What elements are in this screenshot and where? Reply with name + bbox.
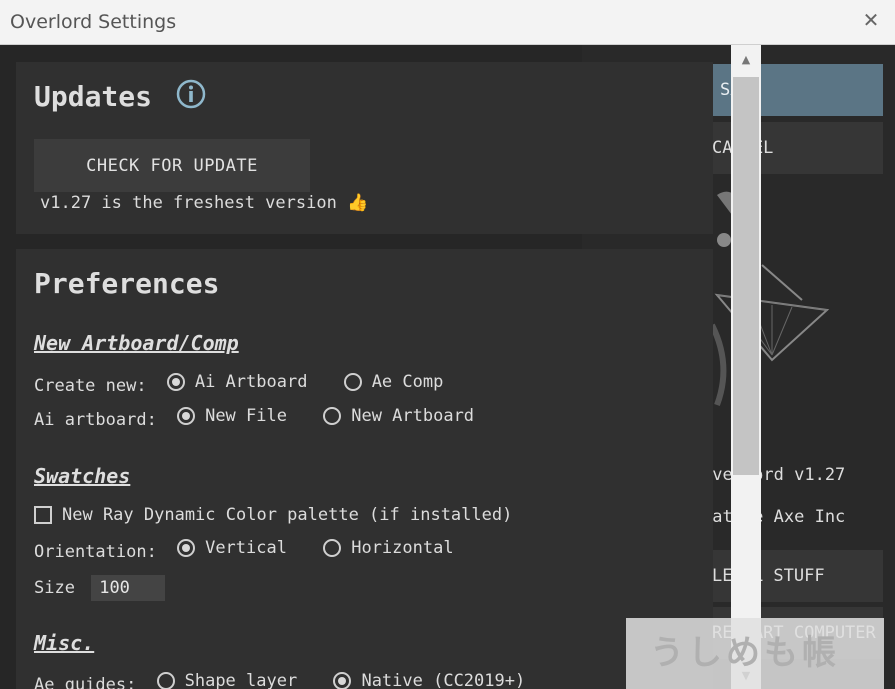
size-label: Size (34, 578, 75, 598)
scroll-up-arrow-icon[interactable]: ▲ (739, 54, 753, 65)
title-bar: Overlord Settings ✕ (0, 0, 895, 45)
watermark: うしめも帳 (626, 618, 884, 689)
radio-label: New Artboard (351, 406, 475, 426)
company-text: Battle Axe Inc (702, 507, 846, 527)
radio-label: Native (CC2019+) (361, 671, 526, 689)
check-for-update-button[interactable]: CHECK FOR UPDATE (34, 139, 310, 192)
orientation-label: Orientation: (34, 542, 157, 562)
radio-label: Shape layer (184, 671, 298, 689)
create-ai-artboard-option[interactable]: Ai Artboard (166, 370, 308, 394)
settings-panel: Updates CHECK FOR UPDATE v1.27 is the fr… (16, 62, 713, 689)
ai-artboard-label: Ai artboard: (34, 410, 157, 430)
info-icon[interactable] (176, 79, 206, 109)
preferences-card: Preferences New Artboard/Comp Create new… (16, 249, 713, 689)
vertical-option[interactable]: Vertical (177, 536, 287, 560)
create-new-label: Create new: (34, 376, 147, 396)
radio-horizontal[interactable] (323, 539, 342, 557)
radio-ai-artboard[interactable] (166, 373, 185, 391)
radio-native[interactable] (333, 672, 352, 689)
checkbox-label: New Ray Dynamic Color palette (if instal… (62, 505, 513, 525)
new-artboard-option[interactable]: New Artboard (323, 404, 474, 428)
radio-label: Ai Artboard (194, 372, 308, 392)
ae-guides-label: Ae guides: (34, 675, 137, 689)
ai-artboard-row: Ai artboard: New File New Artboard (34, 404, 474, 430)
create-ae-comp-option[interactable]: Ae Comp (343, 370, 444, 394)
radio-label: New File (205, 406, 287, 426)
create-new-row: Create new: Ai Artboard Ae Comp (34, 370, 444, 396)
size-input[interactable]: 100 (91, 575, 166, 601)
radio-vertical[interactable] (177, 539, 196, 557)
ae-guides-row: Ae guides: Shape layer Native (CC2019+) (34, 669, 525, 689)
size-row: Size 100 (34, 575, 166, 601)
close-icon[interactable]: ✕ (859, 8, 883, 32)
new-file-option[interactable]: New File (177, 404, 287, 428)
native-option[interactable]: Native (CC2019+) (333, 669, 525, 689)
misc-section-heading: Misc. (34, 631, 95, 655)
vertical-scrollbar[interactable]: ▲ ▼ (731, 45, 761, 689)
app-body: SAVE CANCEL Overlord v1.27 Battle Axe In… (0, 45, 895, 689)
radio-label: Horizontal (351, 538, 454, 558)
orientation-row: Orientation: Vertical Horizontal (34, 536, 454, 562)
update-status-text: v1.27 is the freshest version 👍 (40, 193, 369, 213)
radio-ae-comp[interactable] (343, 373, 362, 391)
ray-palette-checkbox[interactable] (34, 506, 52, 524)
window-title: Overlord Settings (10, 11, 177, 33)
preferences-heading: Preferences (34, 267, 220, 300)
updates-card: Updates CHECK FOR UPDATE v1.27 is the fr… (16, 62, 713, 234)
swatches-section-heading: Swatches (34, 464, 131, 488)
artboard-section-heading: New Artboard/Comp (34, 331, 239, 355)
scrollbar-thumb[interactable] (733, 77, 759, 475)
shape-layer-option[interactable]: Shape layer (156, 669, 298, 689)
radio-label: Ae Comp (371, 372, 444, 392)
radio-shape-layer[interactable] (156, 672, 175, 689)
ray-palette-option[interactable]: New Ray Dynamic Color palette (if instal… (34, 503, 512, 527)
updates-heading: Updates (34, 80, 153, 113)
ray-palette-row: New Ray Dynamic Color palette (if instal… (34, 503, 512, 527)
radio-new-file[interactable] (177, 407, 196, 425)
radio-label: Vertical (205, 538, 287, 558)
version-text: Overlord v1.27 (702, 465, 846, 485)
horizontal-option[interactable]: Horizontal (323, 536, 454, 560)
radio-new-artboard[interactable] (323, 407, 342, 425)
